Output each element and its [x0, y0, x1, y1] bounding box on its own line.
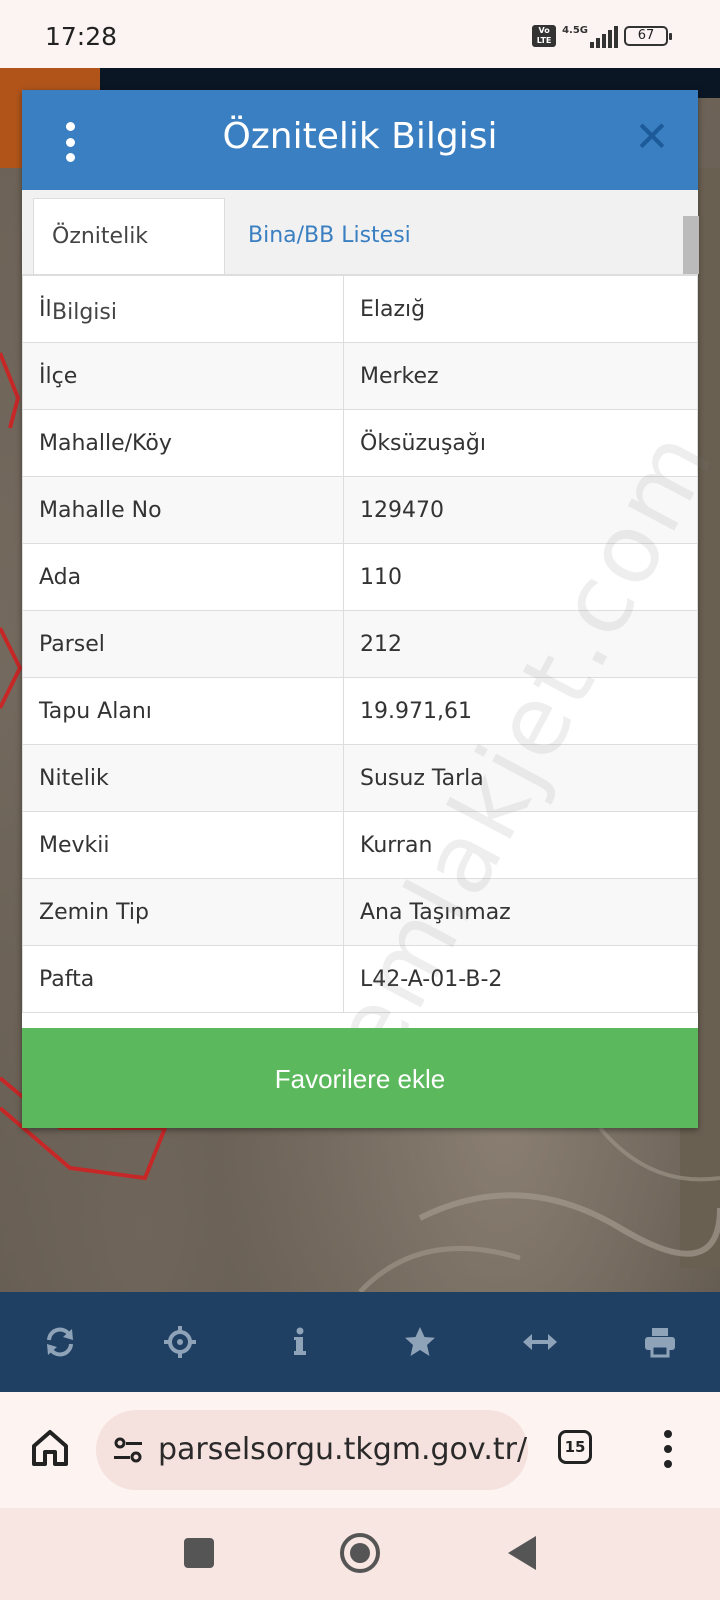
table-row: Zemin Tip Ana Taşınmaz [22, 878, 698, 946]
attribute-value: 110 [343, 543, 698, 611]
star-icon[interactable] [390, 1312, 450, 1372]
battery-icon: 67 [624, 26, 672, 46]
attribute-value: Susuz Tarla [343, 744, 698, 812]
table-row: Tapu Alanı 19.971,61 [22, 677, 698, 745]
attribute-key: Zemin Tip [22, 878, 344, 946]
modal-title: Öznitelik Bilgisi [222, 116, 498, 157]
attribute-key: Mahalle No [22, 476, 344, 544]
attribute-key: Mahalle/Köy [22, 409, 344, 477]
refresh-icon[interactable] [30, 1312, 90, 1372]
scrollbar[interactable] [683, 216, 699, 274]
tab-building-list[interactable]: Bina/BB Listesi [230, 198, 429, 274]
status-icons: Vo LTE 4.5G 67 [532, 24, 672, 48]
attribute-key: Pafta [22, 945, 344, 1013]
table-row: İlçe Merkez [22, 342, 698, 410]
status-bar: 17:28 Vo LTE 4.5G 67 [0, 0, 720, 68]
attribute-table: İl Elazığ İlçe Merkez Mahalle/Köy Öksüzuşağ… [22, 275, 698, 1013]
volte-icon: Vo LTE [532, 25, 557, 47]
attribute-key: Parsel [22, 610, 344, 678]
recents-button[interactable] [184, 1538, 214, 1568]
table-row: İl Elazığ [22, 275, 698, 343]
arrows-horizontal-icon[interactable] [510, 1312, 570, 1372]
status-time: 17:28 [45, 22, 118, 51]
browser-menu-icon[interactable] [660, 1430, 676, 1468]
attribute-value: 212 [343, 610, 698, 678]
attribute-value: 129470 [343, 476, 698, 544]
tab-switcher-button[interactable]: 15 [558, 1430, 592, 1464]
table-row: Parsel 212 [22, 610, 698, 678]
address-bar[interactable]: parselsorgu.tkgm.gov.tr/ [96, 1410, 528, 1490]
nav-home-button[interactable] [340, 1533, 380, 1573]
attribute-value: Öksüzuşağı [343, 409, 698, 477]
modal-tabs: Öznitelik Bilgisi Bina/BB Listesi [22, 190, 699, 325]
table-row: Ada 110 [22, 543, 698, 611]
browser-toolbar: parselsorgu.tkgm.gov.tr/ 15 [0, 1392, 720, 1508]
attribute-value: Elazığ [343, 275, 698, 343]
attribute-value: L42-A-01-B-2 [343, 945, 698, 1013]
add-to-favorites-button[interactable]: Favorilere ekle [22, 1028, 698, 1128]
attribute-info-modal: Öznitelik Bilgisi ✕ Öznitelik Bilgisi Bi… [22, 90, 720, 1128]
attribute-value: Ana Taşınmaz [343, 878, 698, 946]
table-row: Mahalle/Köy Öksüzuşağı [22, 409, 698, 477]
print-icon[interactable] [630, 1312, 690, 1372]
table-row: Nitelik Susuz Tarla [22, 744, 698, 812]
attribute-value: Kurran [343, 811, 698, 879]
url-text: parselsorgu.tkgm.gov.tr/ [158, 1432, 528, 1467]
table-row: Mevkii Kurran [22, 811, 698, 879]
crosshair-icon[interactable] [150, 1312, 210, 1372]
network-type: 4.5G [562, 25, 588, 36]
back-button[interactable] [508, 1536, 536, 1570]
modal-header: Öznitelik Bilgisi ✕ [22, 90, 698, 190]
close-icon[interactable]: ✕ [632, 112, 672, 162]
attribute-key: Nitelik [22, 744, 344, 812]
tab-attribute-info[interactable]: Öznitelik Bilgisi [33, 198, 225, 325]
attribute-key: Ada [22, 543, 344, 611]
attribute-key: Tapu Alanı [22, 677, 344, 745]
table-row: Mahalle No 129470 [22, 476, 698, 544]
attribute-value: Merkez [343, 342, 698, 410]
signal-icon: 4.5G [562, 24, 618, 48]
info-icon[interactable] [270, 1312, 330, 1372]
attribute-key: İlçe [22, 342, 344, 410]
system-nav-bar [0, 1508, 720, 1600]
home-icon[interactable] [26, 1424, 74, 1472]
attribute-value: 19.971,61 [343, 677, 698, 745]
table-row: Pafta L42-A-01-B-2 [22, 945, 698, 1013]
map-toolbar [0, 1292, 720, 1392]
attribute-key: Mevkii [22, 811, 344, 879]
site-settings-icon[interactable] [112, 1434, 144, 1466]
